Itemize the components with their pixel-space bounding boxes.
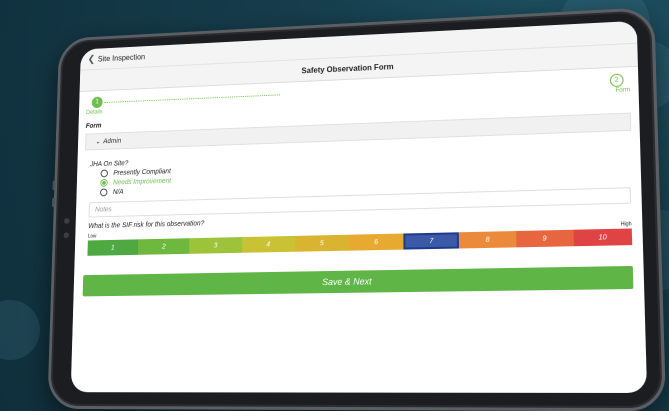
radio-label: Needs Improvement	[113, 177, 172, 186]
sif-scale-option[interactable]: 4	[241, 235, 295, 253]
accordion-label: Admin	[103, 137, 122, 145]
radio-icon[interactable]	[100, 169, 108, 178]
side-button	[51, 197, 55, 208]
sif-scale-option[interactable]: 3	[189, 237, 242, 254]
sif-scale-option[interactable]: 7	[403, 232, 460, 250]
scale-low-label: Low	[87, 233, 97, 240]
step-progress-line	[104, 94, 281, 103]
scale-high-label: High	[620, 221, 632, 228]
sif-scale-option[interactable]: 9	[515, 229, 574, 248]
camera-dot	[63, 218, 70, 224]
radio-label: N/A	[112, 188, 124, 196]
chevron-down-icon: ⌄	[95, 138, 101, 146]
sif-scale-option[interactable]: 6	[348, 233, 404, 251]
sif-scale-option[interactable]: 1	[87, 239, 139, 256]
back-link[interactable]: Site Inspection	[98, 52, 145, 63]
side-button	[52, 180, 56, 191]
camera-dot	[63, 232, 70, 239]
sif-scale-option[interactable]: 10	[573, 228, 633, 247]
sif-scale-option[interactable]: 5	[294, 234, 349, 252]
app-screen: ❮ Site Inspection Safety Observation For…	[70, 20, 648, 394]
tablet-frame: ❮ Site Inspection Safety Observation For…	[47, 6, 667, 411]
back-chevron-icon[interactable]: ❮	[88, 54, 96, 65]
radio-checked-icon[interactable]	[100, 178, 108, 187]
step-2-icon[interactable]: 2	[609, 73, 624, 88]
sif-scale-option[interactable]: 8	[459, 231, 517, 249]
notes-placeholder: Notes	[95, 205, 112, 214]
save-next-button[interactable]: Save & Next	[82, 265, 634, 297]
radio-label: Presently Compliant	[113, 167, 171, 177]
step-1-label: Details	[86, 109, 103, 116]
radio-icon[interactable]	[100, 188, 108, 197]
sif-scale-option[interactable]: 2	[138, 238, 190, 255]
step-2-label: Form	[615, 87, 631, 94]
step-1-icon[interactable]: 1	[91, 96, 103, 109]
